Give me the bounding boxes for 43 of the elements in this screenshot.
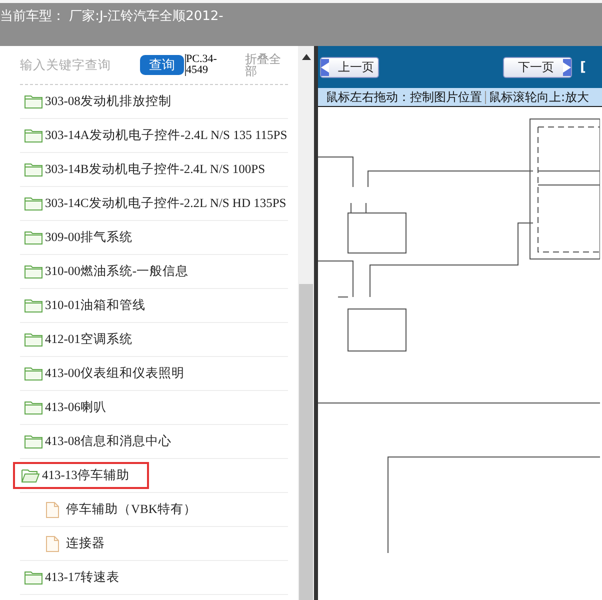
scrollbar-thumb[interactable]	[299, 284, 313, 600]
folder-icon	[24, 400, 43, 415]
scroll-up-icon[interactable]	[302, 54, 310, 60]
folder-icon	[24, 332, 43, 347]
folder-item[interactable]: 413-06喇叭	[20, 394, 112, 421]
scrollbar[interactable]	[298, 46, 314, 600]
folder-item[interactable]: 310-01油箱和管线	[20, 292, 150, 319]
folder-icon	[24, 570, 43, 585]
folder-icon	[24, 434, 43, 449]
folder-icon	[24, 230, 43, 245]
folder-icon	[24, 298, 43, 313]
folder-item[interactable]: 413-13停车辅助	[13, 462, 150, 489]
folder-item[interactable]: 412-01空调系统	[20, 326, 138, 353]
document-item[interactable]: 停车辅助（VBK特有）	[42, 496, 202, 523]
left-arrow-icon	[321, 58, 329, 76]
right-arrow-icon	[563, 58, 571, 76]
document-icon	[46, 502, 59, 518]
folder-item[interactable]: 310-00燃油系统-一般信息	[20, 258, 194, 285]
folder-item[interactable]: 303-08发动机排放控制	[20, 88, 176, 115]
open-folder-icon	[21, 468, 40, 483]
search-button[interactable]: 查询	[140, 55, 184, 75]
folder-item[interactable]: 309-00排气系统	[20, 224, 138, 251]
folder-icon	[24, 196, 43, 211]
document-icon	[46, 536, 59, 552]
code-label: PC.34-4549	[185, 54, 224, 76]
folder-icon	[24, 128, 43, 143]
previous-page-button[interactable]: 上一页	[320, 56, 379, 78]
folder-icon	[24, 94, 43, 109]
folder-icon	[24, 162, 43, 177]
folder-icon	[24, 366, 43, 381]
bracket-text: [	[580, 60, 586, 74]
hint-text: 鼠标左右拖动：控制图片位置	[326, 88, 482, 106]
folder-item[interactable]: 413-17转速表	[20, 564, 124, 591]
folder-item[interactable]: 303-14A发动机电子控件-2.4L N/S 135 115PS	[20, 122, 292, 149]
folder-item[interactable]: 303-14C发动机电子控件-2.2L N/S HD 135PS	[20, 190, 292, 217]
folder-item[interactable]: 303-14B发动机电子控件-2.4L N/S 100PS	[20, 156, 270, 183]
next-page-button[interactable]: 下一页	[503, 56, 572, 78]
document-item[interactable]: 连接器	[42, 530, 110, 557]
vehicle-model-title: 当前车型： 厂家:J-江铃汽车全顺2012-	[0, 8, 224, 25]
folder-item[interactable]: 413-00仪表组和仪表照明	[20, 360, 190, 387]
hint-text: 鼠标滚轮向上:放大	[489, 88, 590, 106]
folder-icon	[24, 264, 43, 279]
folder-item[interactable]: 413-08信息和消息中心	[20, 428, 176, 455]
